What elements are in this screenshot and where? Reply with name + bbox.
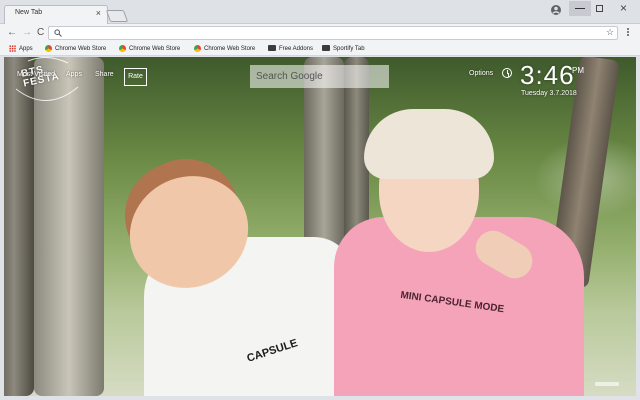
tab-close-icon[interactable]: × bbox=[96, 8, 101, 18]
wallpaper-photo: CAPSULE MINI CAPSULE MODE bbox=[4, 57, 636, 396]
bookmark-chrome-web-store[interactable]: Chrome Web Store bbox=[194, 43, 255, 55]
new-tab-button[interactable] bbox=[105, 10, 129, 22]
apps-link[interactable]: Apps bbox=[66, 71, 82, 78]
share-link[interactable]: Share bbox=[95, 71, 114, 78]
tab-new-tab[interactable]: New Tab × bbox=[4, 5, 108, 24]
tab-title: New Tab bbox=[15, 9, 43, 16]
address-bar[interactable] bbox=[48, 26, 618, 40]
reload-icon[interactable]: C bbox=[37, 27, 44, 39]
bookmark-label: Chrome Web Store bbox=[129, 46, 181, 52]
minimize-button[interactable] bbox=[569, 1, 591, 16]
user-profile-icon[interactable] bbox=[550, 4, 562, 16]
clock-icon[interactable] bbox=[502, 68, 512, 78]
bookmark-chrome-web-store[interactable]: Chrome Web Store bbox=[45, 43, 106, 55]
bookmark-free-addons[interactable]: Free Addons bbox=[268, 43, 313, 55]
bookmark-chrome-web-store[interactable]: Chrome Web Store bbox=[119, 43, 180, 55]
clock-ampm: PM bbox=[572, 66, 584, 75]
addon-icon bbox=[322, 45, 330, 52]
bookmark-apps[interactable]: Apps bbox=[9, 43, 33, 55]
search-icon bbox=[54, 29, 62, 37]
chrome-web-store-icon bbox=[194, 44, 201, 52]
bookmark-sportify-tab[interactable]: Sportify Tab bbox=[322, 43, 365, 55]
forward-arrow-icon[interactable]: → bbox=[22, 27, 32, 39]
search-input[interactable] bbox=[250, 65, 389, 88]
chrome-web-store-icon bbox=[119, 44, 126, 52]
bookmarks-bar: Apps Chrome Web Store Chrome Web Store C… bbox=[0, 42, 640, 56]
maximize-button[interactable] bbox=[596, 5, 603, 12]
options-link[interactable]: Options bbox=[469, 70, 493, 77]
search-google-box[interactable] bbox=[250, 65, 389, 88]
bookmark-star-icon[interactable]: ☆ bbox=[606, 27, 614, 38]
apps-grid-icon bbox=[9, 44, 16, 52]
hair-blond bbox=[364, 109, 494, 179]
bookmark-label: Chrome Web Store bbox=[204, 46, 256, 52]
watermark-icon bbox=[595, 382, 619, 386]
tree-trunk bbox=[4, 57, 34, 396]
title-bar: New Tab × × bbox=[0, 0, 640, 24]
clock-date: Tuesday 3.7.2018 bbox=[521, 90, 577, 97]
browser-toolbar: ← → C bbox=[0, 24, 640, 42]
menu-dots-icon[interactable] bbox=[627, 27, 630, 38]
bookmark-label: Free Addons bbox=[279, 46, 314, 52]
back-arrow-icon[interactable]: ← bbox=[7, 27, 17, 39]
addon-icon bbox=[268, 45, 276, 52]
bookmark-label: Sportify Tab bbox=[333, 46, 365, 52]
clock-time: 3:46 bbox=[520, 60, 575, 90]
most-visited-link[interactable]: Most Visited bbox=[17, 71, 55, 78]
bookmark-label: Chrome Web Store bbox=[55, 46, 107, 52]
bookmark-label: Apps bbox=[19, 46, 33, 52]
close-window-button[interactable]: × bbox=[620, 1, 627, 15]
tree-trunk bbox=[34, 57, 104, 396]
chrome-web-store-icon bbox=[45, 44, 52, 52]
rate-button[interactable]: Rate bbox=[124, 68, 147, 86]
